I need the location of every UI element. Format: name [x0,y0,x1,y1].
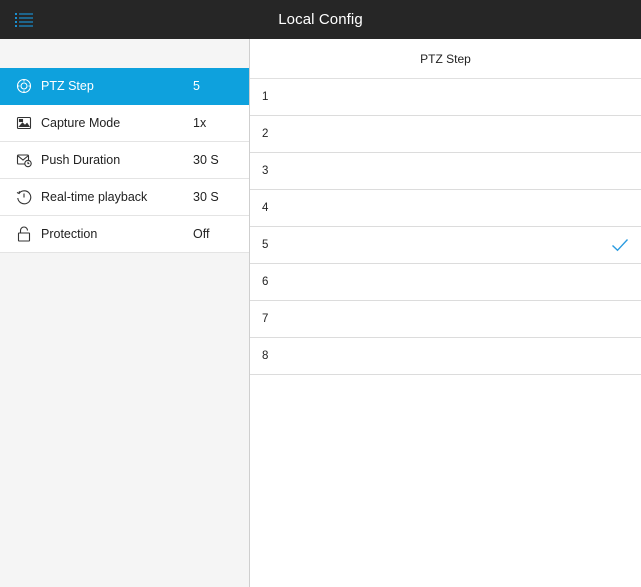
option-row-4[interactable]: 4 [250,190,641,227]
list-menu-icon[interactable] [14,10,34,30]
setting-item-protection[interactable]: Protection Off [0,216,249,253]
setting-item-ptz-step[interactable]: PTZ Step 5 [0,68,249,105]
playback-timer-icon [15,188,33,206]
option-label: 3 [262,165,269,177]
setting-value: Off [193,227,210,241]
option-row-3[interactable]: 3 [250,153,641,190]
setting-value: 1x [193,116,207,130]
setting-label: Protection [41,227,98,241]
sidebar-spacer [0,39,249,68]
lock-icon [15,225,33,243]
setting-value: 30 S [193,190,219,204]
detail-title: PTZ Step [250,39,641,79]
option-label: 1 [262,91,269,103]
setting-label: Capture Mode [41,116,121,130]
setting-value: 30 S [193,153,219,167]
setting-value: 5 [193,79,200,93]
top-bar: Local Config [0,0,641,39]
setting-item-realtime-playback[interactable]: Real-time playback 30 S [0,179,249,216]
option-row-5[interactable]: 5 [250,227,641,264]
checkmark-icon [611,237,629,253]
option-row-1[interactable]: 1 [250,79,641,116]
setting-label: PTZ Step [41,79,94,93]
option-label: 6 [262,276,269,288]
setting-item-push-duration[interactable]: Push Duration 30 S [0,142,249,179]
push-duration-icon [15,151,33,169]
option-label: 5 [262,239,269,251]
capture-mode-icon [15,114,33,132]
setting-item-capture-mode[interactable]: Capture Mode 1x [0,105,249,142]
option-label: 7 [262,313,269,325]
option-row-6[interactable]: 6 [250,264,641,301]
option-row-2[interactable]: 2 [250,116,641,153]
ptz-step-icon [15,77,33,95]
settings-sidebar: PTZ Step 5 Capture Mode 1x Push Duration… [0,39,250,587]
option-label: 4 [262,202,269,214]
option-label: 8 [262,350,269,362]
detail-pane: PTZ Step 1 2 3 4 5 6 7 8 [250,39,641,587]
option-row-8[interactable]: 8 [250,338,641,375]
page-title: Local Config [278,11,363,28]
option-row-7[interactable]: 7 [250,301,641,338]
option-label: 2 [262,128,269,140]
